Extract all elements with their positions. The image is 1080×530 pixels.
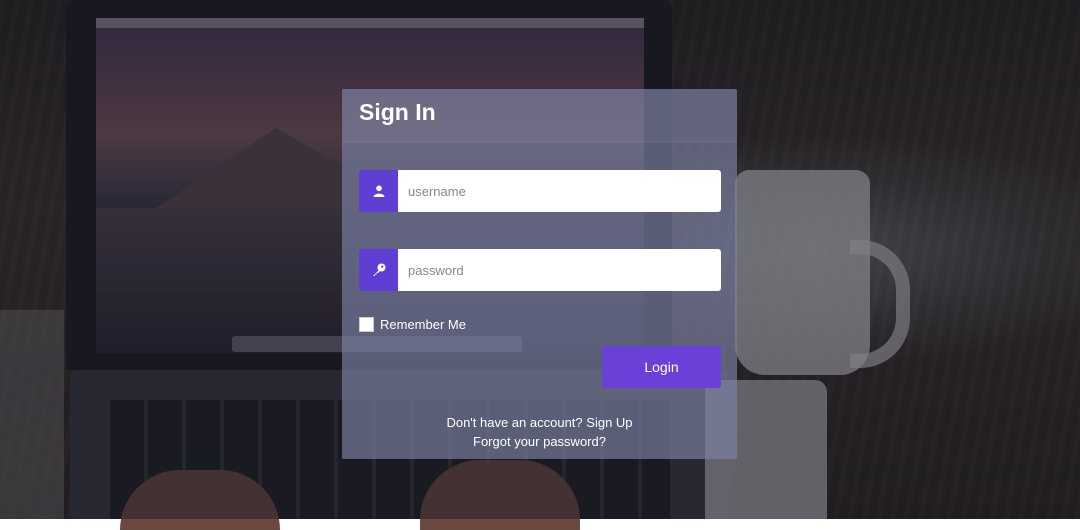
card-header: Sign In	[342, 89, 737, 142]
user-icon	[373, 185, 384, 197]
remember-me-checkbox[interactable]	[359, 317, 374, 332]
signup-prompt: Don't have an account? Sign Up	[342, 415, 737, 430]
remember-me-label[interactable]: Remember Me	[380, 317, 466, 332]
no-account-text: Don't have an account?	[446, 415, 583, 430]
password-field	[359, 249, 721, 291]
username-input[interactable]	[398, 170, 721, 212]
forgot-password-link[interactable]: Forgot your password?	[473, 434, 606, 449]
login-button[interactable]: Login	[602, 346, 721, 388]
password-addon	[359, 249, 398, 291]
remember-me: Remember Me	[359, 317, 466, 332]
sign-in-card: Sign In Remember Me Login Don't have an …	[342, 89, 737, 459]
key-icon	[372, 263, 385, 276]
signup-link[interactable]: Sign Up	[586, 415, 632, 430]
username-addon	[359, 170, 398, 212]
password-input[interactable]	[398, 249, 721, 291]
page-title: Sign In	[359, 99, 436, 125]
forgot-password-row: Forgot your password?	[342, 434, 737, 449]
username-field	[359, 170, 721, 212]
